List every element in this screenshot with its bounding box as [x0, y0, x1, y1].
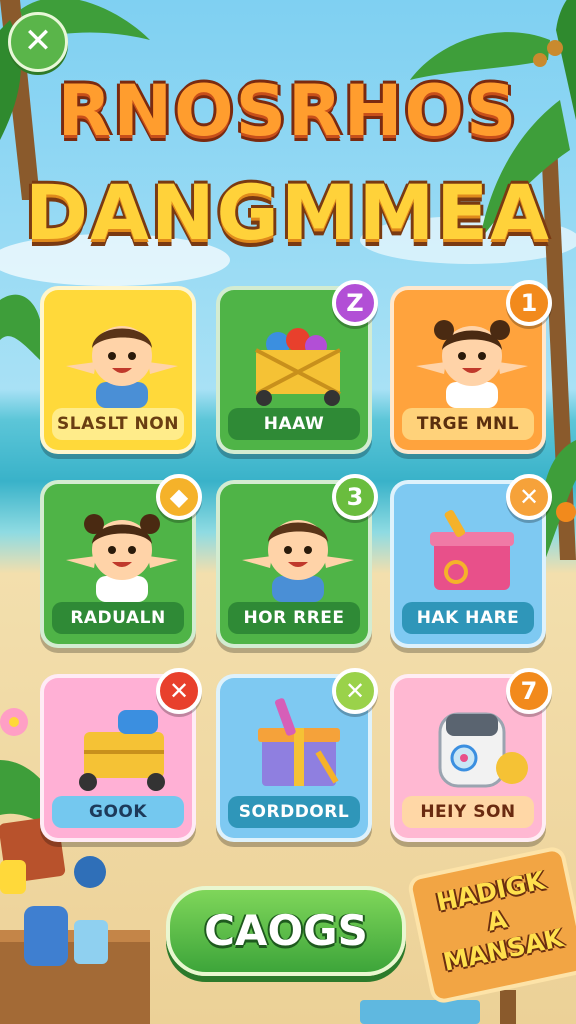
level-card-label: TRGE MNL: [402, 408, 534, 440]
card-badge: ✕: [332, 668, 378, 714]
level-card-label: HEIY SON: [402, 796, 534, 828]
play-button[interactable]: CAOGS: [166, 886, 406, 976]
card-badge: 7: [506, 668, 552, 714]
beach-background: ✕ RNOSRHOS DANGMMEA SLASLT NON HAAW Z TRGE …: [0, 0, 576, 1024]
card-badge: ✕: [506, 474, 552, 520]
level-card[interactable]: HEIY SON 7: [390, 668, 552, 842]
level-card[interactable]: SORDDORL ✕: [216, 668, 378, 842]
close-button[interactable]: ✕: [8, 12, 68, 72]
level-card[interactable]: HOR RREE 3: [216, 474, 378, 648]
card-badge: 1: [506, 280, 552, 326]
level-card-label: HAAW: [228, 408, 360, 440]
level-card[interactable]: GOOK ✕: [40, 668, 202, 842]
level-card-label: HOR RREE: [228, 602, 360, 634]
level-card[interactable]: HAK HARE ✕: [390, 474, 552, 648]
card-badge: 3: [332, 474, 378, 520]
card-badge: ◆: [156, 474, 202, 520]
level-card[interactable]: RADUALN ◆: [40, 474, 202, 648]
card-badge: ✕: [156, 668, 202, 714]
boy-illustration: [44, 304, 192, 408]
title-line-2: DANGMMEA: [25, 168, 551, 257]
level-card-label: HAK HARE: [402, 602, 534, 634]
card-badge: Z: [332, 280, 378, 326]
level-card-label: RADUALN: [52, 602, 184, 634]
level-card[interactable]: TRGE MNL 1: [390, 280, 552, 454]
level-card-label: SLASLT NON: [52, 408, 184, 440]
level-card-label: GOOK: [52, 796, 184, 828]
level-card[interactable]: HAAW Z: [216, 280, 378, 454]
level-card-label: SORDDORL: [228, 796, 360, 828]
level-card[interactable]: SLASLT NON: [40, 286, 196, 454]
title-line-1: RNOSRHOS: [57, 70, 519, 152]
